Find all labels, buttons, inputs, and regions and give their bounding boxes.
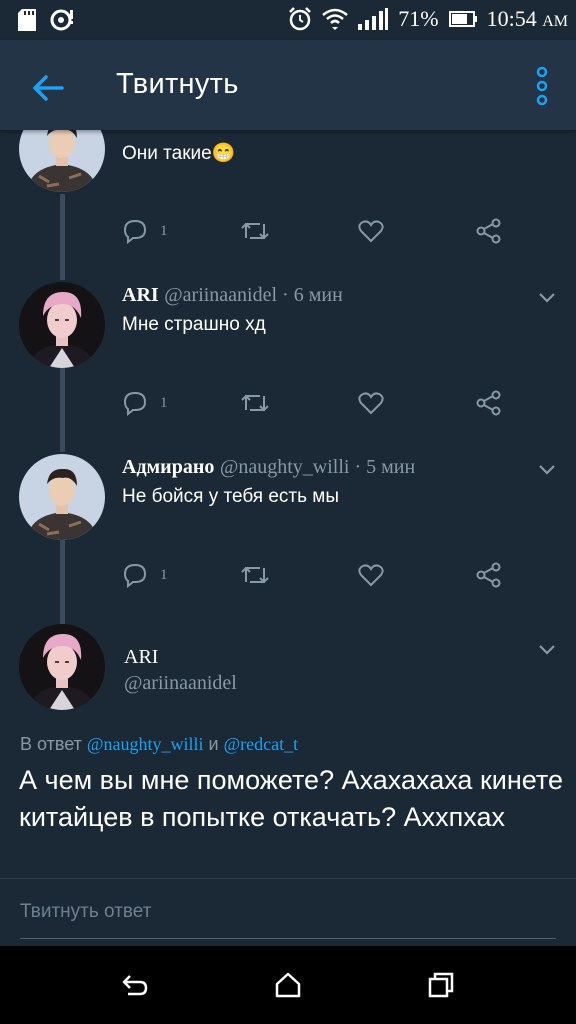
thread-tweet[interactable]: Они такие😁 1 (0, 130, 576, 278)
alarm-icon (289, 7, 312, 31)
chevron-down-icon[interactable] (536, 638, 558, 660)
app-bar: Твитнуть (0, 40, 576, 130)
reply-input[interactable]: Твитнуть ответ (20, 901, 556, 939)
clock: 10:54 AM (487, 6, 568, 32)
retweet-action[interactable] (240, 216, 270, 246)
retweet-icon[interactable] (240, 218, 270, 244)
reply-to-conjunction: и (208, 734, 219, 754)
retweet-action[interactable] (240, 560, 270, 590)
reply-to-user-link[interactable]: @redcat_t (224, 734, 299, 754)
tweet-author-handle[interactable]: @naughty_willi · 5 мин (220, 456, 415, 478)
tweet-header: Адмирано @naughty_willi · 5 мин (122, 456, 415, 479)
reply-to-prefix: В ответ (20, 734, 82, 754)
signal-icon (358, 8, 389, 30)
heart-icon[interactable] (358, 390, 384, 416)
like-action[interactable] (358, 216, 384, 246)
reply-action[interactable]: 1 (122, 216, 168, 246)
retweet-icon[interactable] (240, 562, 270, 588)
tweet-text: Мне страшно хд (122, 314, 266, 335)
thread-tweet[interactable]: ARI @ariinaanidel · 6 мин Мне страшно хд… (0, 278, 576, 450)
chevron-down-icon[interactable] (536, 458, 558, 480)
reply-icon[interactable] (122, 218, 148, 244)
reply-to-line: В ответ @naughty_willi и @redcat_t (20, 734, 298, 755)
reply-icon[interactable] (122, 390, 148, 416)
share-action[interactable] (476, 560, 502, 590)
tweet-author-name[interactable]: ARI (122, 284, 159, 306)
avatar[interactable] (19, 454, 105, 540)
battery-icon (448, 11, 477, 27)
home-icon[interactable] (273, 970, 303, 1000)
wifi-icon (322, 8, 349, 30)
share-icon[interactable] (476, 390, 502, 416)
status-bar: 71% 10:54 AM (0, 0, 576, 40)
reply-action[interactable]: 1 (122, 388, 168, 418)
avatar[interactable] (19, 282, 105, 368)
reply-action[interactable]: 1 (122, 560, 168, 590)
main-tweet-avatar[interactable] (19, 624, 105, 710)
share-icon[interactable] (476, 218, 502, 244)
heart-icon[interactable] (358, 218, 384, 244)
tweet-author-handle[interactable]: @ariinaanidel · 6 мин (164, 284, 343, 306)
tweet-author-name[interactable]: Адмирано (122, 456, 214, 478)
page-title: Твитнуть (116, 68, 239, 100)
share-action[interactable] (476, 388, 502, 418)
retweet-action[interactable] (240, 388, 270, 418)
clock-ampm: AM (542, 13, 568, 30)
main-tweet-author-name[interactable]: ARI (124, 646, 158, 669)
tweet-thread[interactable]: Они такие😁 1 ARI @ariinaanidel · 6 мин М… (0, 130, 576, 878)
like-action[interactable] (358, 388, 384, 418)
system-nav-bar (0, 946, 576, 1024)
reply-count: 1 (160, 222, 168, 239)
tweet-header: ARI @ariinaanidel · 6 мин (122, 284, 343, 307)
tweet-actions: 1 (122, 388, 512, 418)
reply-count: 1 (160, 566, 168, 583)
share-icon[interactable] (476, 562, 502, 588)
thread-tweet[interactable]: Адмирано @naughty_willi · 5 мин Не бойся… (0, 450, 576, 622)
retweet-icon[interactable] (240, 390, 270, 416)
reply-icon[interactable] (122, 562, 148, 588)
heart-icon[interactable] (358, 562, 384, 588)
like-action[interactable] (358, 560, 384, 590)
tweet-actions: 1 (122, 560, 512, 590)
clock-time: 10:54 (486, 6, 537, 31)
back-icon[interactable] (120, 970, 150, 1000)
recent-apps-icon[interactable] (426, 970, 456, 1000)
tweet-actions: 1 (122, 216, 512, 246)
avatar[interactable] (19, 130, 105, 192)
reply-bar: Твитнуть ответ (0, 878, 576, 946)
main-tweet-author-handle[interactable]: @ariinaanidel (124, 672, 237, 695)
share-action[interactable] (476, 216, 502, 246)
notification-alert-icon (50, 9, 73, 31)
chevron-down-icon[interactable] (536, 286, 558, 308)
main-tweet-text: А чем вы мне поможете? Ахахахаха кинете … (19, 765, 563, 832)
tweet-text: Они такие😁 (122, 143, 236, 164)
reply-count: 1 (160, 394, 168, 411)
reply-to-user-link[interactable]: @naughty_willi (87, 734, 204, 754)
tweet-text: Не бойся у тебя есть мы (122, 486, 340, 507)
sd-card-icon (18, 9, 36, 31)
battery-percent: 71% (398, 6, 439, 31)
more-options-icon[interactable] (532, 66, 552, 106)
back-arrow-icon[interactable] (28, 68, 68, 108)
